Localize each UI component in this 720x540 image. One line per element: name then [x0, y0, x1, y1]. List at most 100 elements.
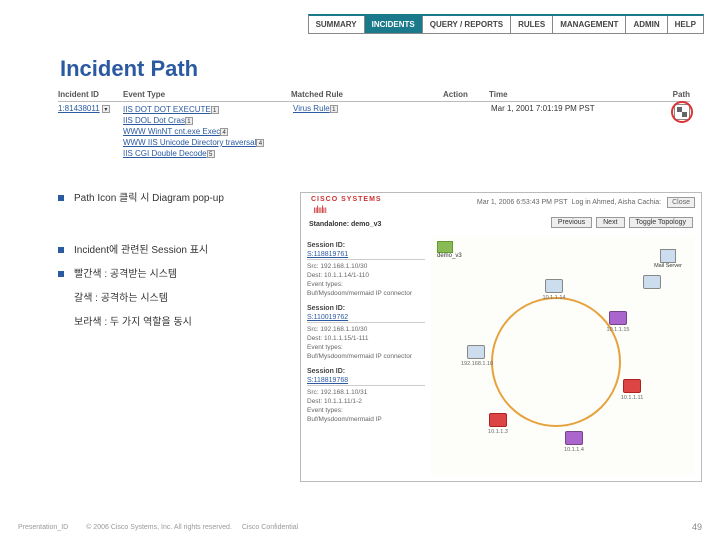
session-header: Session ID: — [307, 304, 425, 313]
node-label: 10.1.1.14 — [539, 295, 569, 301]
session-detail: Src: 192.168.1.10/31 — [307, 388, 425, 397]
count-badge: 4 — [256, 139, 264, 147]
mail-server-label: Mail Server — [643, 263, 693, 269]
incident-id-link[interactable]: 1:81438011 — [58, 104, 100, 113]
incident-table-header: Incident ID Event Type Matched Rule Acti… — [58, 90, 690, 102]
matched-rule-link[interactable]: Virus Rule — [293, 104, 330, 113]
tab-incidents[interactable]: INCIDENTS — [365, 16, 423, 33]
count-badge: 4 — [220, 128, 228, 136]
topology-node[interactable]: 10.1.1.11 — [617, 379, 647, 401]
device-icon — [565, 431, 583, 445]
close-button[interactable]: Close — [667, 197, 695, 208]
topology-canvas[interactable]: demo_v3 Mail Server 10.1.1.14 10.1.1.15 10… — [431, 235, 695, 475]
th-action: Action — [443, 90, 489, 99]
count-badge: 1 — [211, 106, 219, 114]
page-title: Incident Path — [60, 56, 198, 82]
count-badge: 1 — [330, 105, 338, 113]
session-detail: Dest: 10.1.1.11/1-2 — [307, 397, 425, 406]
copyright: © 2006 Cisco Systems, Inc. All rights re… — [86, 524, 232, 531]
topology-node[interactable] — [637, 275, 667, 291]
topology-node[interactable]: 10.1.1.15 — [603, 311, 633, 333]
th-incident-id: Incident ID — [58, 90, 123, 99]
device-icon — [609, 311, 627, 325]
event-link[interactable]: IIS CGI Double Decode — [123, 149, 207, 158]
path-icon[interactable] — [674, 104, 690, 120]
th-matched-rule: Matched Rule — [291, 90, 393, 99]
popup-topbar: Mar 1, 2006 6:53:43 PM PST Log in Ahmed,… — [477, 197, 695, 208]
bullet-list: Path Icon 클릭 시 Diagram pop-up Incident에 … — [58, 190, 224, 338]
topology-ring-icon — [491, 297, 621, 427]
bullet-text: Incident에 관련된 Session 표시 — [74, 245, 208, 256]
incident-id-cell: 1:81438011 ▾ — [58, 104, 123, 113]
highlight-circle-icon — [671, 101, 693, 123]
session-id-link[interactable]: S:110019762 — [307, 313, 425, 323]
tab-admin[interactable]: ADMIN — [626, 16, 667, 33]
cisco-logo-icon: ıılıılıı — [313, 205, 326, 216]
bullet-icon — [58, 247, 64, 253]
topology-node[interactable]: 10.1.1.3 — [483, 413, 513, 435]
th-event-type: Event Type — [123, 90, 271, 99]
mail-server-node[interactable]: Mail Server — [643, 249, 693, 269]
matched-rule-cell: Virus Rule1 — [293, 104, 395, 113]
nav-buttons: Previous Next Toggle Topology — [551, 217, 693, 228]
session-detail: Src: 192.168.1.10/30 — [307, 325, 425, 334]
tab-summary[interactable]: SUMMARY — [309, 16, 365, 33]
session-id-link[interactable]: S:118819761 — [307, 250, 425, 260]
event-link[interactable]: IIS DOL Dot Cras — [123, 116, 185, 125]
session-detail: Dest: 10.1.1.14/1-110 — [307, 271, 425, 280]
toggle-topology-button[interactable]: Toggle Topology — [629, 217, 693, 228]
node-label: 10.1.1.11 — [617, 395, 647, 401]
event-link[interactable]: WWW WinNT cnt.exe Exec — [123, 127, 220, 136]
session-header: Session ID: — [307, 241, 425, 250]
topology-node[interactable]: 10.1.1.14 — [539, 279, 569, 301]
path-cell — [674, 104, 690, 122]
device-icon — [643, 275, 661, 289]
sensor-node[interactable]: demo_v3 — [437, 241, 462, 259]
node-label: 10.1.1.4 — [559, 447, 589, 453]
count-badge: 5 — [207, 150, 215, 158]
bullet-icon — [58, 271, 64, 277]
session-list: Session ID: S:118819761 Src: 192.168.1.1… — [307, 235, 425, 424]
cisco-logo: CISCO SYSTEMS — [311, 196, 382, 203]
tab-rules[interactable]: RULES — [511, 16, 553, 33]
tab-management[interactable]: MANAGEMENT — [553, 16, 626, 33]
device-icon — [623, 379, 641, 393]
popup-timestamp: Mar 1, 2006 6:53:43 PM PST — [477, 199, 568, 206]
event-type-cell: IIS DOT DOT EXECUTE1 IIS DOL Dot Cras1 W… — [123, 104, 293, 159]
main-tabs: SUMMARY INCIDENTS QUERY / REPORTS RULES … — [308, 14, 704, 34]
topology-popup: CISCO SYSTEMS ıılıılıı Mar 1, 2006 6:53:… — [300, 192, 702, 482]
event-link[interactable]: IIS DOT DOT EXECUTE — [123, 105, 211, 114]
session-detail: Buf/Mysdoom/mermaid IP connector — [307, 289, 425, 298]
topology-node[interactable]: 192.168.1.10 — [461, 345, 491, 367]
session-detail: Buf/Mysdoom/mermaid IP connector — [307, 352, 425, 361]
footer: Presentation_ID © 2006 Cisco Systems, In… — [18, 522, 702, 532]
topology-node[interactable]: 10.1.1.4 — [559, 431, 589, 453]
device-icon — [489, 413, 507, 427]
login-label: Log in Ahmed, Aisha Cachia: — [572, 199, 662, 206]
previous-button[interactable]: Previous — [551, 217, 592, 228]
event-link[interactable]: WWW IIS Unicode Directory traversal — [123, 138, 256, 147]
session-detail: Src: 192.168.1.10/30 — [307, 262, 425, 271]
standalone-label: Standalone: demo_v3 — [309, 221, 381, 228]
bullet-text: 빨간색 : 공격받는 시스템 — [74, 269, 177, 280]
bullet-text: 갈색 : 공격하는 시스템 — [74, 293, 168, 304]
node-label: 10.1.1.15 — [603, 327, 633, 333]
node-label: 10.1.1.3 — [483, 429, 513, 435]
session-detail: Event types: — [307, 280, 425, 289]
count-badge: 1 — [185, 117, 193, 125]
device-icon — [467, 345, 485, 359]
dropdown-icon[interactable]: ▾ — [102, 105, 110, 113]
session-detail: Dest: 10.1.1.15/1-111 — [307, 334, 425, 343]
presentation-id: Presentation_ID — [18, 524, 68, 531]
bullet-icon — [58, 195, 64, 201]
session-detail: Buf/Mysdoom/mermaid IP — [307, 415, 425, 424]
tab-query-reports[interactable]: QUERY / REPORTS — [423, 16, 511, 33]
session-id-link[interactable]: S:118819768 — [307, 376, 425, 386]
server-icon — [660, 249, 676, 263]
next-button[interactable]: Next — [596, 217, 624, 228]
node-label: 192.168.1.10 — [461, 361, 491, 367]
tab-help[interactable]: HELP — [668, 16, 703, 33]
page-number: 49 — [692, 522, 702, 532]
session-detail: Event types: — [307, 406, 425, 415]
time-cell: Mar 1, 2001 7:01:19 PM PST — [491, 104, 626, 113]
